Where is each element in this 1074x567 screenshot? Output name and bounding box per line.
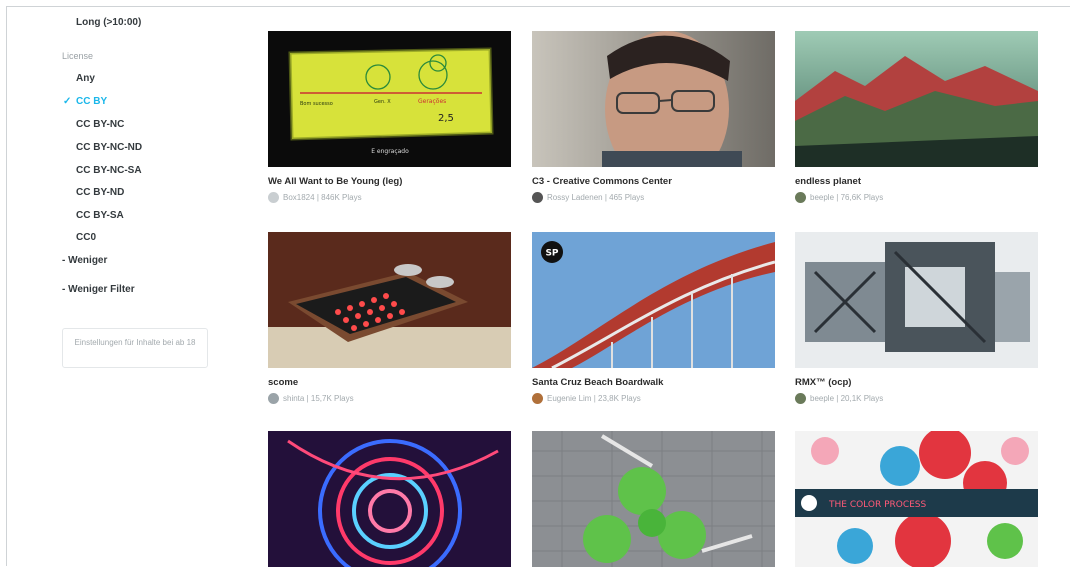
video-meta: Rossy Ladenen | 465 Plays xyxy=(532,192,644,203)
video-thumbnail[interactable] xyxy=(795,31,1038,167)
license-option-cc-by-nc-nd[interactable]: CC BY-NC-ND xyxy=(76,142,142,153)
video-title[interactable]: scome xyxy=(268,377,298,388)
license-heading: License xyxy=(62,51,94,61)
poster-text: THE COLOR PROCESS xyxy=(828,500,927,510)
less-filters-link[interactable]: - Weniger Filter xyxy=(62,284,135,295)
video-thumbnail[interactable] xyxy=(268,232,511,368)
video-title[interactable]: We All Want to Be Young (leg) xyxy=(268,176,402,187)
video-thumbnail[interactable] xyxy=(268,431,511,567)
user-avatar[interactable] xyxy=(795,192,806,203)
video-meta: shinta | 15,7K Plays xyxy=(268,393,354,404)
video-user[interactable]: Rossy Ladenen xyxy=(547,193,603,202)
video-thumbnail[interactable] xyxy=(532,431,775,567)
license-option-cc-by-nc[interactable]: CC BY-NC xyxy=(76,119,124,130)
check-icon: ✓ xyxy=(63,96,72,107)
video-title[interactable]: RMX™ (ocp) xyxy=(795,377,851,388)
content-settings-button[interactable]: Einstellungen für Inhalte bei ab 18 xyxy=(62,328,208,368)
user-avatar[interactable] xyxy=(532,192,543,203)
video-thumbnail[interactable]: SP xyxy=(532,232,775,368)
svg-text:Gen. X: Gen. X xyxy=(374,99,391,105)
video-meta: beeple | 20,1K Plays xyxy=(795,393,883,404)
svg-text:2,5: 2,5 xyxy=(438,113,454,124)
video-user[interactable]: beeple xyxy=(810,193,834,202)
filter-sidebar: Long (>10:00) License Any ✓ CC BY CC BY-… xyxy=(0,0,230,557)
video-meta: Eugenie Lim | 23,8K Plays xyxy=(532,393,641,404)
user-avatar[interactable] xyxy=(268,393,279,404)
video-thumbnail[interactable] xyxy=(795,232,1038,368)
video-thumbnail[interactable]: THE COLOR PROCESS xyxy=(795,431,1038,567)
video-thumbnail[interactable]: Bom sucesso Gen. X Gerações 2,5 E engraç… xyxy=(268,31,511,167)
user-avatar[interactable] xyxy=(268,192,279,203)
video-plays: | 23,8K Plays xyxy=(593,394,641,403)
video-thumbnail[interactable] xyxy=(532,31,775,167)
user-avatar[interactable] xyxy=(795,393,806,404)
video-plays: | 846K Plays xyxy=(316,193,362,202)
video-user[interactable]: Eugenie Lim xyxy=(547,394,591,403)
license-option-any[interactable]: Any xyxy=(76,73,95,84)
video-meta: beeple | 76,6K Plays xyxy=(795,192,883,203)
less-link[interactable]: - Weniger xyxy=(62,255,107,266)
video-plays: | 20,1K Plays xyxy=(836,394,884,403)
svg-text:Bom sucesso: Bom sucesso xyxy=(300,101,333,107)
video-title[interactable]: C3 - Creative Commons Center xyxy=(532,176,672,187)
license-option-cc0[interactable]: CC0 xyxy=(76,232,96,243)
user-avatar[interactable] xyxy=(532,393,543,404)
video-title[interactable]: endless planet xyxy=(795,176,861,187)
sp-badge-text: SP xyxy=(545,249,558,259)
video-title[interactable]: Santa Cruz Beach Boardwalk xyxy=(532,377,663,388)
license-option-cc-by-sa[interactable]: CC BY-SA xyxy=(76,210,124,221)
video-user[interactable]: Box1824 xyxy=(283,193,315,202)
video-meta: Box1824 | 846K Plays xyxy=(268,192,362,203)
duration-long-option[interactable]: Long (>10:00) xyxy=(76,17,141,28)
video-user[interactable]: beeple xyxy=(810,394,834,403)
video-plays: | 15,7K Plays xyxy=(306,394,354,403)
video-plays: | 76,6K Plays xyxy=(836,193,884,202)
svg-text:E engraçado: E engraçado xyxy=(371,148,409,155)
license-option-cc-by[interactable]: CC BY xyxy=(76,96,107,107)
license-option-cc-by-nc-sa[interactable]: CC BY-NC-SA xyxy=(76,165,142,176)
video-user[interactable]: shinta xyxy=(283,394,304,403)
svg-text:Gerações: Gerações xyxy=(418,98,446,105)
license-option-cc-by-nd[interactable]: CC BY-ND xyxy=(76,187,124,198)
video-plays: | 465 Plays xyxy=(604,193,645,202)
